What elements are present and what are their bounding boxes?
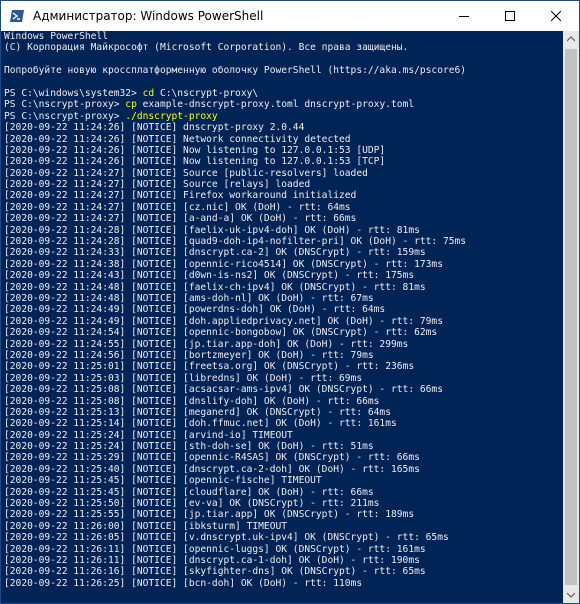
output-line: [2020-09-22 11:24:27] [NOTICE] [a-and-a]… bbox=[4, 213, 357, 225]
command-args: C:\nscrypt-proxy\ bbox=[154, 87, 259, 99]
output-line: [2020-09-22 11:25:03] [NOTICE] [libredns… bbox=[4, 372, 363, 384]
output-line: [2020-09-22 11:25:13] [NOTICE] [meganerd… bbox=[4, 406, 391, 418]
output-line: [2020-09-22 11:24:28] [NOTICE] [faelix-u… bbox=[4, 224, 420, 236]
chevron-up-icon bbox=[567, 36, 575, 42]
command-args: example-dnscrypt-proxy.toml dnscrypt-pro… bbox=[136, 99, 415, 111]
output-line: [2020-09-22 11:25:45] [NOTICE] [opennic-… bbox=[4, 475, 322, 487]
output-line: [2020-09-22 11:25:24] [NOTICE] [arvind-i… bbox=[4, 429, 293, 441]
prompt-line: PS C:\windows\system32> cd C:\nscrypt-pr… bbox=[4, 88, 563, 99]
prompt-text: PS C:\windows\system32> bbox=[4, 87, 143, 99]
output-line: [2020-09-22 11:26:16] [NOTICE] [skyfight… bbox=[4, 566, 426, 578]
output-line: [2020-09-22 11:24:28] [NOTICE] [quad9-do… bbox=[4, 236, 467, 248]
prompt-text: PS C:\nscrypt-proxy> bbox=[4, 110, 126, 122]
maximize-icon bbox=[505, 11, 515, 21]
output-line: [2020-09-22 11:24:49] [NOTICE] [powerdns… bbox=[4, 304, 386, 316]
output-line: [2020-09-22 11:26:11] [NOTICE] [opennic-… bbox=[4, 543, 426, 555]
output-line: [2020-09-22 11:24:26] [NOTICE] Now liste… bbox=[4, 156, 386, 168]
output-line: (C) Корпорация Майкрософт (Microsoft Cor… bbox=[4, 42, 409, 54]
output-line: [2020-09-22 11:24:27] [NOTICE] Firefox w… bbox=[4, 190, 357, 202]
output-line: [2020-09-22 11:24:38] [NOTICE] [opennic-… bbox=[4, 258, 443, 270]
scrollbar-thumb[interactable] bbox=[565, 49, 577, 585]
output-line: [2020-09-22 11:24:27] [NOTICE] Source [r… bbox=[4, 179, 311, 191]
output-line: [2020-09-22 11:25:29] [NOTICE] [opennic-… bbox=[4, 452, 420, 464]
powershell-window: Администратор: Windows PowerShell Window… bbox=[0, 0, 580, 604]
output-line: [2020-09-22 11:25:01] [NOTICE] [freetsa.… bbox=[4, 361, 415, 373]
output-line: [2020-09-22 11:24:27] [NOTICE] Source [p… bbox=[4, 167, 368, 179]
scroll-down-arrow[interactable] bbox=[563, 587, 579, 603]
command-text: cd bbox=[142, 87, 155, 99]
chevron-down-icon bbox=[567, 592, 575, 598]
output-line: [2020-09-22 11:24:49] [NOTICE] [doh.appl… bbox=[4, 315, 443, 327]
minimize-button[interactable] bbox=[441, 1, 487, 31]
output-line: [2020-09-22 11:24:26] [NOTICE] Network c… bbox=[4, 133, 351, 145]
prompt-text: PS C:\nscrypt-proxy> bbox=[4, 99, 126, 111]
command-text: ./dnscrypt-proxy bbox=[125, 110, 218, 122]
output-line: [2020-09-22 11:25:24] [NOTICE] [sth-doh-… bbox=[4, 441, 374, 453]
output-line: [2020-09-22 11:25:08] [NOTICE] [dnslify-… bbox=[4, 395, 380, 407]
console-output[interactable]: Windows PowerShell (C) Корпорация Майкрос… bbox=[1, 31, 563, 603]
output-line: [2020-09-22 11:26:25] [NOTICE] [bcn-doh]… bbox=[4, 577, 363, 589]
prompt-line: PS C:\nscrypt-proxy> ./dnscrypt-proxy bbox=[4, 111, 563, 122]
output-line: [2020-09-22 11:26:05] [NOTICE] [v.dnscry… bbox=[4, 532, 449, 544]
close-button[interactable] bbox=[533, 1, 579, 31]
output-line: [2020-09-22 11:24:26] [NOTICE] dnscrypt-… bbox=[4, 122, 305, 134]
output-line: [2020-09-22 11:24:26] [NOTICE] Now liste… bbox=[4, 144, 386, 156]
output-line: [2020-09-22 11:25:50] [NOTICE] [ev-va] O… bbox=[4, 498, 380, 510]
output-line: [2020-09-22 11:26:11] [NOTICE] [dnscrypt… bbox=[4, 554, 420, 566]
output-line: [2020-09-22 11:24:54] [NOTICE] [opennic-… bbox=[4, 327, 438, 339]
output-line: [2020-09-22 11:24:48] [NOTICE] [ams-doh-… bbox=[4, 292, 374, 304]
output-line: [2020-09-22 11:24:55] [NOTICE] [jp.tiar.… bbox=[4, 338, 409, 350]
output-line: Попробуйте новую кроссплатформенную обол… bbox=[4, 65, 467, 77]
maximize-button[interactable] bbox=[487, 1, 533, 31]
command-text: cp bbox=[125, 99, 137, 111]
output-line: [2020-09-22 11:25:55] [NOTICE] [jp.tiar.… bbox=[4, 509, 415, 521]
minimize-icon bbox=[459, 16, 469, 17]
close-icon bbox=[551, 11, 561, 21]
powershell-icon bbox=[9, 8, 25, 24]
output-line: [2020-09-22 11:25:08] [NOTICE] [acsacsar… bbox=[4, 384, 443, 396]
output-line: [2020-09-22 11:25:14] [NOTICE] [doh.ffmu… bbox=[4, 418, 397, 430]
output-line: [2020-09-22 11:26:00] [NOTICE] [ibksturm… bbox=[4, 520, 288, 532]
output-line: [2020-09-22 11:24:56] [NOTICE] [bortzmey… bbox=[4, 349, 374, 361]
prompt-line: PS C:\nscrypt-proxy> cp example-dnscrypt… bbox=[4, 99, 563, 110]
output-line: [2020-09-22 11:24:48] [NOTICE] [faelix-c… bbox=[4, 281, 426, 293]
window-title: Администратор: Windows PowerShell bbox=[33, 9, 264, 23]
vertical-scrollbar[interactable] bbox=[563, 31, 579, 603]
output-line: [2020-09-22 11:24:43] [NOTICE] [d0wn-is-… bbox=[4, 270, 415, 282]
output-line: [2020-09-22 11:24:33] [NOTICE] [dnscrypt… bbox=[4, 247, 426, 259]
output-line: [2020-09-22 11:24:27] [NOTICE] [cz.nic] … bbox=[4, 201, 351, 213]
output-line: Windows PowerShell bbox=[4, 31, 108, 42]
output-line: [2020-09-22 11:25:45] [NOTICE] [cloudfla… bbox=[4, 486, 374, 498]
scroll-up-arrow[interactable] bbox=[563, 31, 579, 47]
title-bar[interactable]: Администратор: Windows PowerShell bbox=[1, 1, 579, 31]
output-line: [2020-09-22 11:25:40] [NOTICE] [dnscrypt… bbox=[4, 463, 420, 475]
